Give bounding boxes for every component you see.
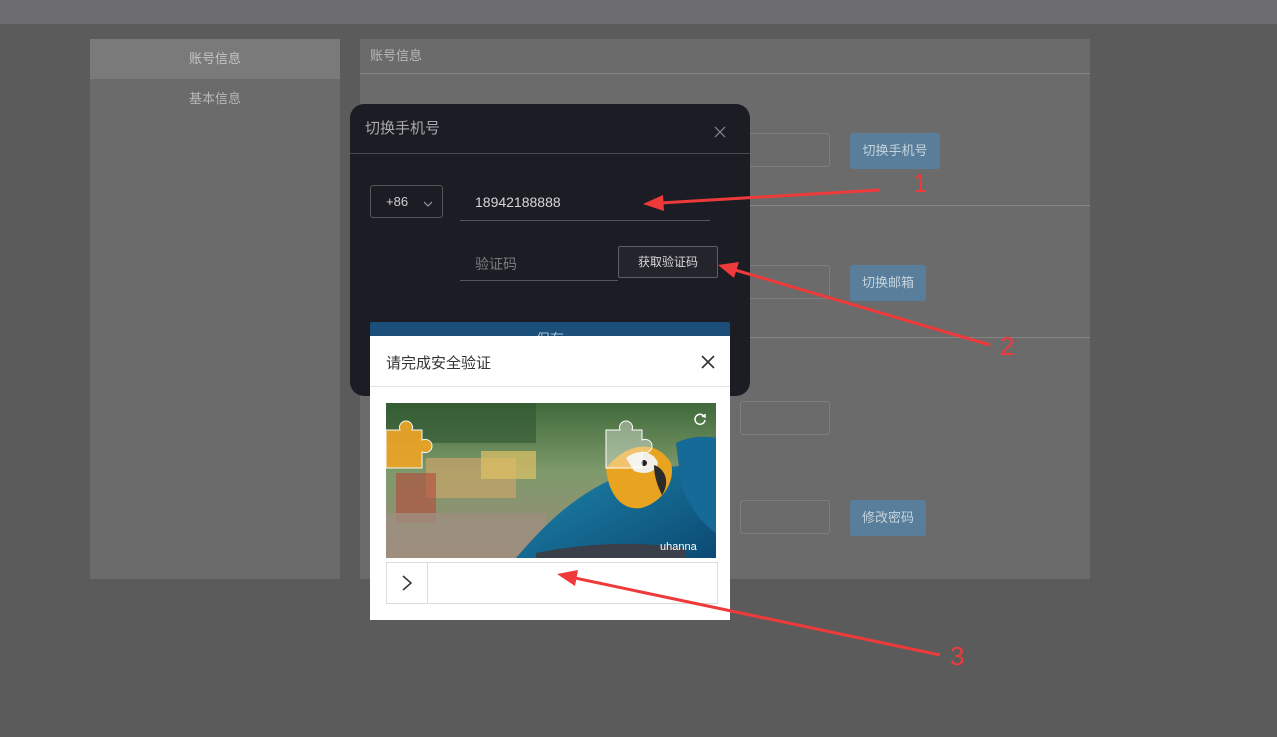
- arrow-3-head: [557, 570, 578, 586]
- arrow-2-line: [734, 268, 991, 347]
- arrow-1-head: [643, 195, 664, 211]
- annotation-label-3: 3: [950, 641, 965, 671]
- annotation-label-1: 1: [913, 168, 928, 198]
- arrow-3-line: [574, 576, 941, 657]
- arrow-1-line: [659, 188, 881, 205]
- arrow-2-head: [718, 262, 739, 278]
- annotation-label-2: 2: [1000, 331, 1015, 361]
- annotation-arrows: [557, 188, 991, 657]
